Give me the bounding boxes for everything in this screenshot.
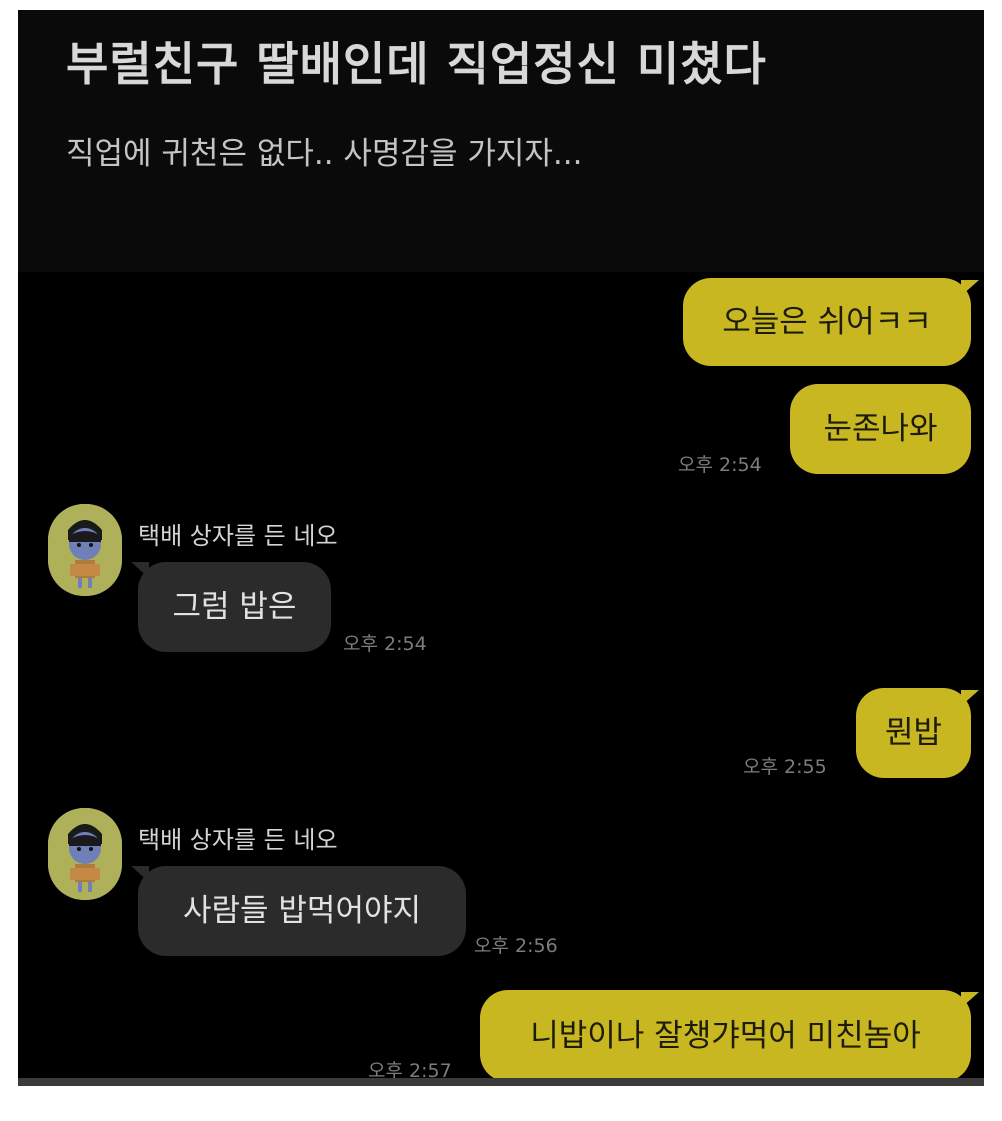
- bubble-tail: [961, 992, 979, 1008]
- neo-avatar-icon: [48, 808, 122, 900]
- message-time: 오후 2:56: [474, 935, 558, 957]
- message-bubble-mine: 니밥이나 잘챙갸먹어 미친놈아: [480, 990, 971, 1082]
- message-bubble-mine: 오늘은 쉬어ㅋㅋ: [683, 278, 971, 366]
- message-text: 뭔밥: [884, 714, 943, 751]
- bottom-bar: [18, 1078, 984, 1086]
- message-bubble-theirs: 사람들 밥먹어야지: [138, 866, 466, 956]
- bubble-tail: [961, 690, 979, 706]
- message-bubble-mine: 눈존나와: [790, 384, 971, 474]
- avatar: [48, 504, 122, 596]
- message-text: 그럼 밥은: [172, 588, 297, 625]
- message-bubble-theirs: 그럼 밥은: [138, 562, 331, 652]
- message-bubble-mine: 뭔밥: [856, 688, 971, 778]
- post-title: 부럴친구 딸배인데 직업정신 미쳤다: [66, 37, 767, 91]
- message-text: 눈존나와: [823, 410, 938, 447]
- message-text: 사람들 밥먹어야지: [182, 892, 421, 929]
- bubble-tail: [961, 280, 979, 296]
- neo-avatar-icon: [48, 504, 122, 596]
- message-time: 오후 2:55: [743, 756, 827, 778]
- message-time: 오후 2:54: [343, 633, 427, 655]
- screenshot-frame: 부럴친구 딸배인데 직업정신 미쳤다 직업에 귀천은 없다.. 사명감을 가지자…: [18, 10, 984, 1086]
- post-subtitle: 직업에 귀천은 없다.. 사명감을 가지자...: [66, 136, 583, 172]
- message-text: 오늘은 쉬어ㅋㅋ: [722, 303, 932, 340]
- message-text: 니밥이나 잘챙갸먹어 미친놈아: [530, 1017, 921, 1054]
- sender-name: 택배 상자를 든 네오: [138, 522, 338, 550]
- avatar: [48, 808, 122, 900]
- message-time: 오후 2:54: [678, 454, 762, 476]
- sender-name: 택배 상자를 든 네오: [138, 826, 338, 854]
- post-header: 부럴친구 딸배인데 직업정신 미쳤다 직업에 귀천은 없다.. 사명감을 가지자…: [18, 10, 984, 272]
